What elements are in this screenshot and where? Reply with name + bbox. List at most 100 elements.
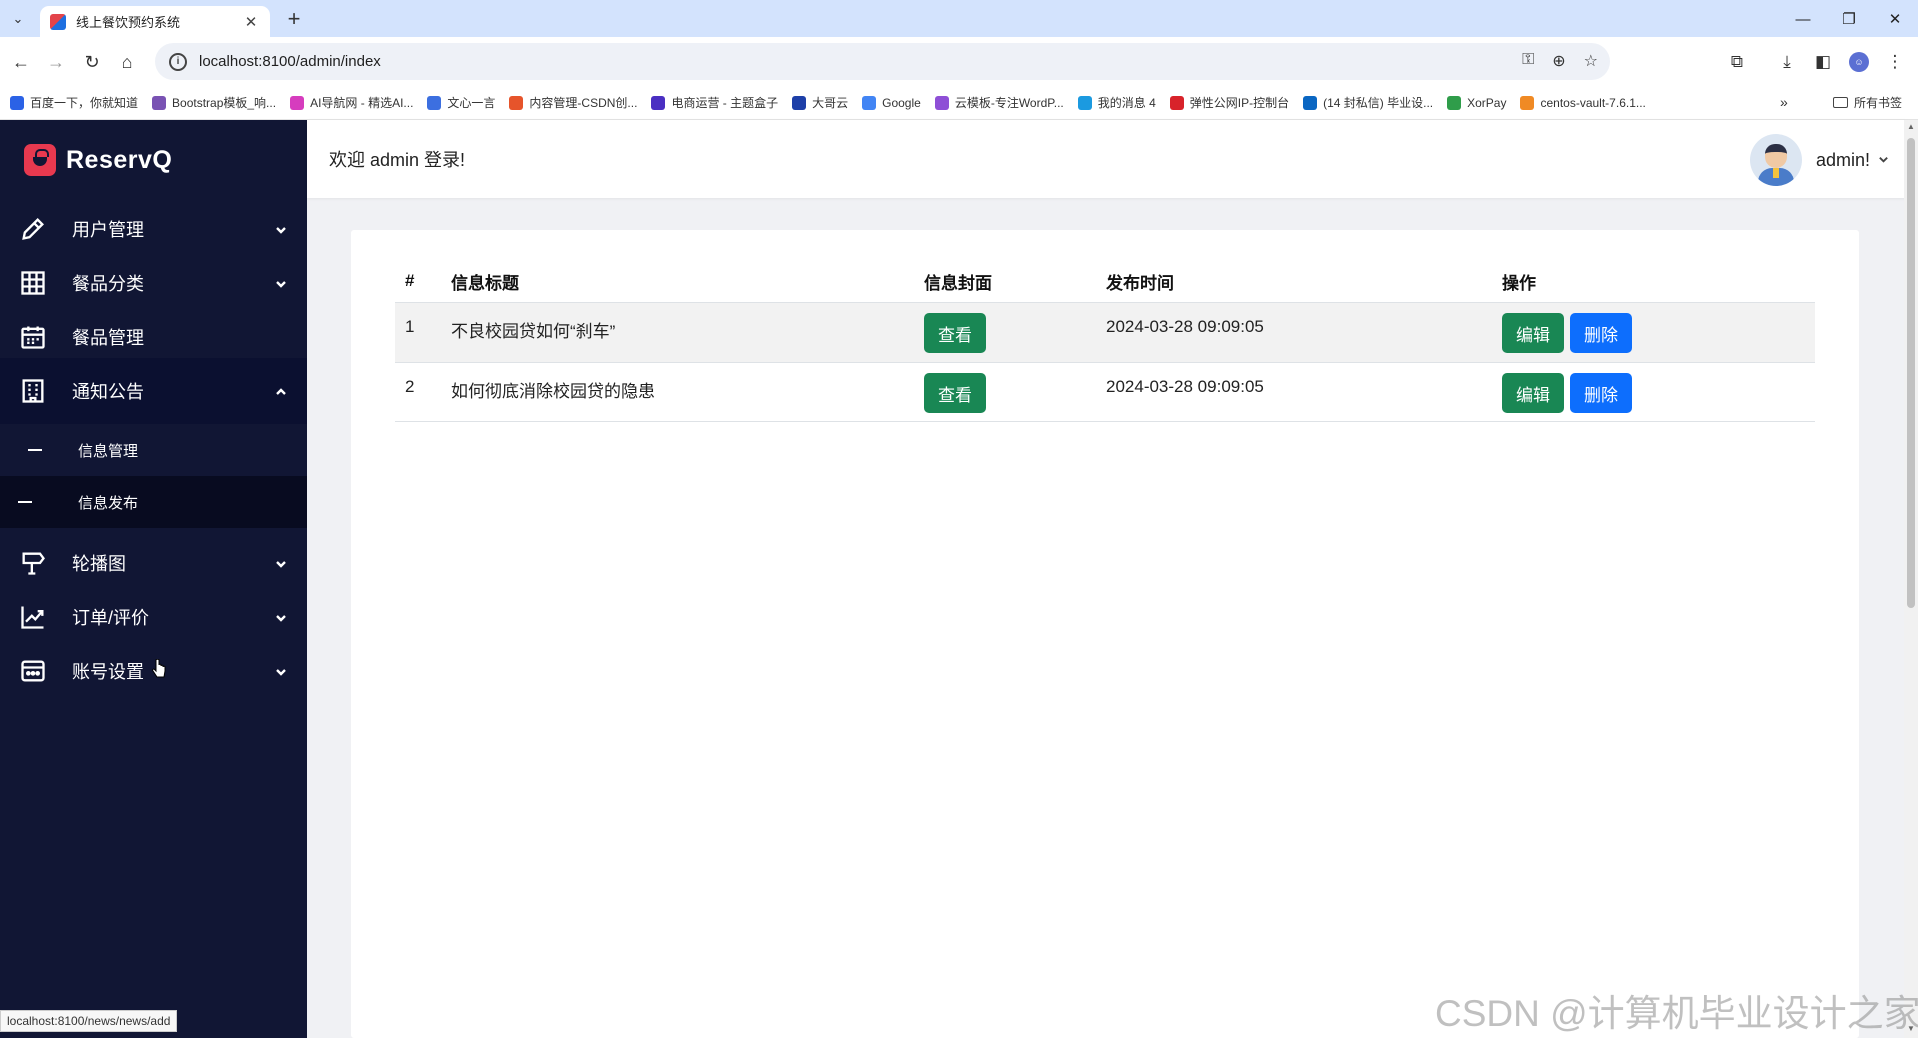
- bookmark-favicon-icon: [152, 95, 167, 110]
- building-icon: [18, 376, 48, 406]
- avatar[interactable]: [1749, 134, 1802, 186]
- welcome-text: 欢迎 admin 登录!: [329, 150, 466, 170]
- bookmark-item[interactable]: AI导航网 - 精选AI...: [290, 94, 413, 111]
- user-menu[interactable]: admin!: [1749, 134, 1889, 186]
- bookmark-label: 文心一言: [447, 96, 496, 110]
- bookmark-label: Google: [882, 95, 921, 110]
- user-name[interactable]: admin!: [1816, 150, 1870, 171]
- download-icon[interactable]: ⤓: [1774, 49, 1800, 75]
- bookmark-item[interactable]: (14 封私信) 毕业设...: [1303, 94, 1433, 111]
- chevron-down-icon: [275, 611, 287, 623]
- chevron-up-icon: [275, 385, 287, 397]
- submenu-label: 信息管理: [78, 442, 139, 460]
- bookmark-favicon-icon: [792, 95, 807, 110]
- browser-toolbar: ← → ↻ ⌂ i localhost:8100/admin/index ⚿ ⊕…: [0, 37, 1918, 86]
- page-scrollbar[interactable]: ▲ ▼: [1904, 120, 1918, 1038]
- bookmark-label: 弹性公网IP-控制台: [1189, 96, 1290, 110]
- home-icon[interactable]: ⌂: [114, 49, 140, 75]
- view-cover-button[interactable]: 查看: [924, 373, 986, 413]
- bookmark-label: (14 封私信) 毕业设...: [1323, 96, 1434, 110]
- view-cover-button[interactable]: 查看: [924, 313, 986, 353]
- bookmark-favicon-icon: [862, 95, 877, 110]
- cell-time: 2024-03-28 09:09:05: [1106, 317, 1264, 336]
- cell-title: 不良校园贷如何“刹车”: [451, 322, 616, 341]
- edit-button[interactable]: 编辑: [1502, 373, 1564, 413]
- all-bookmarks-folder[interactable]: 所有书签: [1833, 94, 1902, 111]
- bookmark-label: 大哥云: [812, 96, 849, 110]
- pencil-icon: [18, 214, 48, 244]
- bookmark-star-icon[interactable]: ☆: [1584, 51, 1598, 71]
- delete-button[interactable]: 删除: [1570, 313, 1632, 353]
- sidebar-item-label: 用户管理: [72, 220, 144, 240]
- bookmark-favicon-icon: [290, 95, 305, 110]
- bookmark-item[interactable]: 内容管理-CSDN创...: [509, 94, 637, 111]
- bookmark-item[interactable]: XorPay: [1447, 95, 1507, 110]
- submenu-item-info-publish[interactable]: 信息发布: [0, 476, 307, 528]
- sidepanel-icon[interactable]: ◧: [1810, 49, 1836, 75]
- bookmark-item[interactable]: centos-vault-7.6.1...: [1520, 95, 1646, 110]
- site-info-icon[interactable]: i: [169, 52, 187, 71]
- bookmark-item[interactable]: 电商运营 - 主题盒子: [651, 94, 778, 111]
- cell-index: 1: [405, 317, 415, 336]
- delete-button[interactable]: 删除: [1570, 373, 1632, 413]
- bookmark-favicon-icon: [427, 95, 442, 110]
- sidebar-item-label: 餐品管理: [72, 328, 144, 348]
- reload-icon[interactable]: ↻: [79, 49, 105, 75]
- minimize-button[interactable]: —: [1780, 6, 1826, 32]
- bookmark-item[interactable]: Google: [862, 95, 921, 110]
- table-header: # 信息标题 信息封面 发布时间 操作: [395, 260, 1815, 302]
- bookmark-label: XorPay: [1467, 95, 1507, 110]
- chevron-down-icon: [275, 557, 287, 569]
- tab-search-button[interactable]: ⌄: [6, 7, 30, 31]
- bookmark-label: 内容管理-CSDN创...: [529, 96, 638, 110]
- tab-close-icon[interactable]: ✕: [242, 13, 260, 31]
- chevron-down-icon: [275, 277, 287, 289]
- bookmark-label: centos-vault-7.6.1...: [1540, 95, 1646, 110]
- chevron-down-icon[interactable]: [1878, 152, 1889, 169]
- news-table: # 信息标题 信息封面 发布时间 操作 1 不良校园贷如何“刹车” 查看 202…: [395, 260, 1815, 422]
- bookmark-label: 云模板-专注WordP...: [954, 96, 1064, 110]
- edit-button[interactable]: 编辑: [1502, 313, 1564, 353]
- sidebar-item-label: 账号设置: [72, 662, 144, 682]
- bookmark-item[interactable]: 云模板-专注WordP...: [934, 94, 1064, 111]
- new-tab-button[interactable]: +: [280, 6, 308, 32]
- bookmarks-bar: 百度一下，你就知道 Bootstrap模板_响... AI导航网 - 精选AI...…: [0, 86, 1918, 120]
- calendar-icon: [18, 322, 48, 352]
- bookmark-label: 百度一下，你就知道: [30, 96, 139, 110]
- all-bookmarks-label: 所有书签: [1854, 96, 1903, 110]
- bookmarks-overflow-icon[interactable]: »: [1780, 94, 1788, 110]
- submenu-item-info-management[interactable]: 信息管理: [0, 424, 307, 476]
- address-bar[interactable]: i localhost:8100/admin/index ⚿ ⊕ ☆: [155, 43, 1610, 80]
- bookmark-item[interactable]: 我的消息 4: [1077, 94, 1156, 111]
- scroll-up-icon[interactable]: ▲: [1907, 123, 1915, 131]
- key-icon[interactable]: ⚿: [1522, 51, 1534, 71]
- brand-logo-icon: [24, 144, 56, 176]
- bookmark-item[interactable]: 大哥云: [792, 94, 848, 111]
- browser-menu-icon[interactable]: ⋮: [1882, 49, 1908, 75]
- hand-cursor-icon: [152, 659, 166, 678]
- bookmark-item[interactable]: 弹性公网IP-控制台: [1169, 94, 1290, 111]
- bookmark-favicon-icon: [1520, 95, 1535, 110]
- profile-avatar[interactable]: ☺: [1846, 49, 1872, 75]
- back-icon[interactable]: ←: [8, 49, 34, 75]
- folder-icon: [1833, 97, 1848, 108]
- sidebar: ReservQ 用户管理 餐品分类 餐品管理 通知公告 信息管理 信息发布 轮播…: [0, 120, 307, 1038]
- header-actions: 操作: [1502, 273, 1536, 293]
- scroll-thumb[interactable]: [1907, 138, 1915, 608]
- grid-icon: [18, 268, 48, 298]
- cell-time: 2024-03-28 09:09:05: [1106, 377, 1264, 396]
- bookmark-favicon-icon: [651, 95, 666, 110]
- sidebar-item-notice[interactable]: 通知公告: [0, 358, 307, 424]
- chevron-down-icon: [275, 665, 287, 677]
- bookmark-item[interactable]: Bootstrap模板_响...: [152, 94, 276, 111]
- close-window-button[interactable]: ✕: [1872, 6, 1918, 32]
- bookmark-item[interactable]: 文心一言: [427, 94, 495, 111]
- bookmark-item[interactable]: 百度一下，你就知道: [10, 94, 138, 111]
- browser-tab[interactable]: 线上餐饮预约系统 ✕: [40, 6, 270, 37]
- restore-button[interactable]: ❐: [1826, 6, 1872, 32]
- brand[interactable]: ReservQ: [24, 140, 172, 180]
- zoom-icon[interactable]: ⊕: [1552, 51, 1565, 71]
- forward-icon[interactable]: →: [43, 49, 69, 75]
- extensions-icon[interactable]: ⧉: [1724, 49, 1750, 75]
- address-url[interactable]: localhost:8100/admin/index: [199, 53, 381, 70]
